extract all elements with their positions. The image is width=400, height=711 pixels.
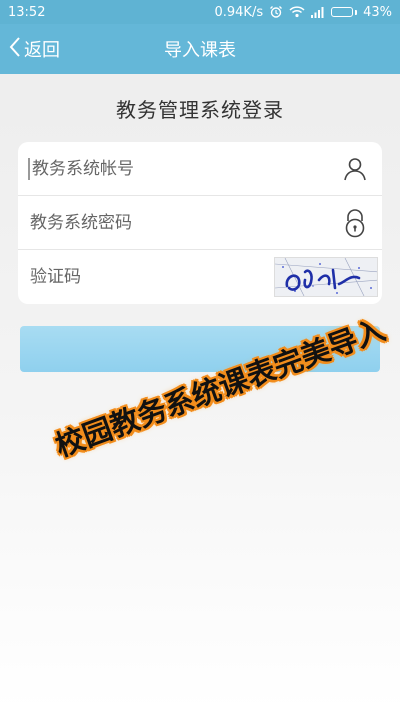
- captcha-image[interactable]: [274, 257, 378, 297]
- status-bar: 13:52 0.94K/s 43%: [0, 0, 400, 24]
- chevron-left-icon: [8, 36, 22, 63]
- battery-percent: 43%: [363, 4, 392, 20]
- network-speed: 0.94K/s: [214, 4, 264, 20]
- captcha-input[interactable]: [18, 250, 274, 304]
- back-label: 返回: [24, 40, 60, 61]
- nav-bar: 返回 导入课表: [0, 24, 400, 74]
- account-input[interactable]: [28, 157, 328, 180]
- alarm-icon: [269, 5, 283, 19]
- password-row: [18, 196, 382, 250]
- signal-icon: [311, 6, 325, 18]
- status-time: 13:52: [8, 4, 46, 20]
- page-title: 导入课表: [164, 40, 236, 61]
- back-button[interactable]: 返回: [8, 24, 60, 74]
- password-input[interactable]: [18, 196, 328, 249]
- battery-icon: [331, 7, 358, 17]
- lock-icon: [328, 196, 382, 250]
- user-icon: [328, 142, 382, 196]
- login-form: [18, 142, 382, 304]
- status-indicators: 0.94K/s 43%: [214, 5, 392, 20]
- account-row: [18, 142, 382, 196]
- wifi-icon: [289, 6, 305, 18]
- captcha-row: [18, 250, 382, 304]
- login-title: 教务管理系统登录: [116, 98, 284, 122]
